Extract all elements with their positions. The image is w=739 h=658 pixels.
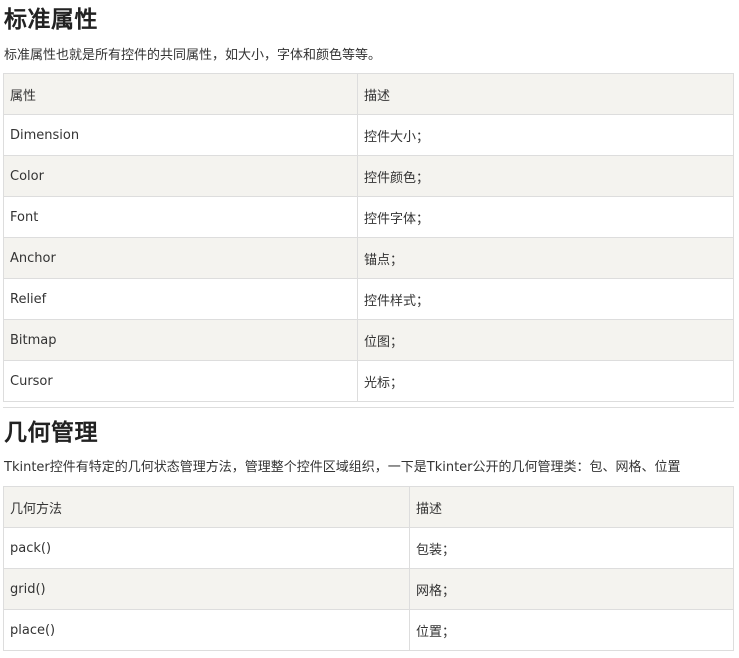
table-row: Color 控件颜色； [3, 155, 734, 197]
table-row: Relief 控件样式； [3, 278, 734, 320]
table-row: Bitmap 位图； [3, 319, 734, 361]
table-row: Cursor 光标； [3, 360, 734, 402]
attribute-name-cell: Bitmap [3, 319, 358, 361]
attribute-name-cell: Anchor [3, 237, 358, 279]
header-cell-attribute: 属性 [3, 73, 358, 115]
table-header-row: 几何方法 描述 [3, 486, 734, 528]
attribute-description-cell: 锚点； [357, 237, 734, 279]
table-row: Dimension 控件大小； [3, 114, 734, 156]
section-divider [3, 407, 734, 408]
section-title-standard-attributes: 标准属性 [4, 7, 98, 33]
attribute-name-cell: Relief [3, 278, 358, 320]
section-title-geometry-management: 几何管理 [4, 420, 98, 446]
attribute-name-cell: Font [3, 196, 358, 238]
section-intro-standard-attributes: 标准属性也就是所有控件的共同属性，如大小，字体和颜色等等。 [4, 48, 382, 63]
method-name-cell: place() [3, 609, 410, 651]
attribute-description-cell: 光标； [357, 360, 734, 402]
method-name-cell: pack() [3, 527, 410, 569]
table-row: pack() 包装； [3, 527, 734, 569]
table-row: Font 控件字体； [3, 196, 734, 238]
table-header-row: 属性 描述 [3, 73, 734, 115]
table-row: Anchor 锚点； [3, 237, 734, 279]
attribute-description-cell: 控件颜色； [357, 155, 734, 197]
article-content: 标准属性 标准属性也就是所有控件的共同属性，如大小，字体和颜色等等。 属性 描述… [0, 0, 739, 658]
section-intro-geometry-management: Tkinter控件有特定的几何状态管理方法，管理整个控件区域组织，一下是Tkin… [4, 460, 681, 475]
attribute-name-cell: Dimension [3, 114, 358, 156]
method-description-cell: 包装； [409, 527, 734, 569]
attribute-description-cell: 位图； [357, 319, 734, 361]
header-cell-description: 描述 [357, 73, 734, 115]
table-row: place() 位置； [3, 609, 734, 651]
method-description-cell: 网格； [409, 568, 734, 610]
table-row: grid() 网格； [3, 568, 734, 610]
method-name-cell: grid() [3, 568, 410, 610]
attribute-description-cell: 控件字体； [357, 196, 734, 238]
attribute-name-cell: Cursor [3, 360, 358, 402]
geometry-methods-table: 几何方法 描述 pack() 包装； grid() 网格； place() 位置… [3, 486, 734, 651]
standard-attributes-table: 属性 描述 Dimension 控件大小； Color 控件颜色； Font 控… [3, 73, 734, 402]
header-cell-description: 描述 [409, 486, 734, 528]
attribute-name-cell: Color [3, 155, 358, 197]
method-description-cell: 位置； [409, 609, 734, 651]
attribute-description-cell: 控件样式； [357, 278, 734, 320]
header-cell-geometry-method: 几何方法 [3, 486, 410, 528]
attribute-description-cell: 控件大小； [357, 114, 734, 156]
